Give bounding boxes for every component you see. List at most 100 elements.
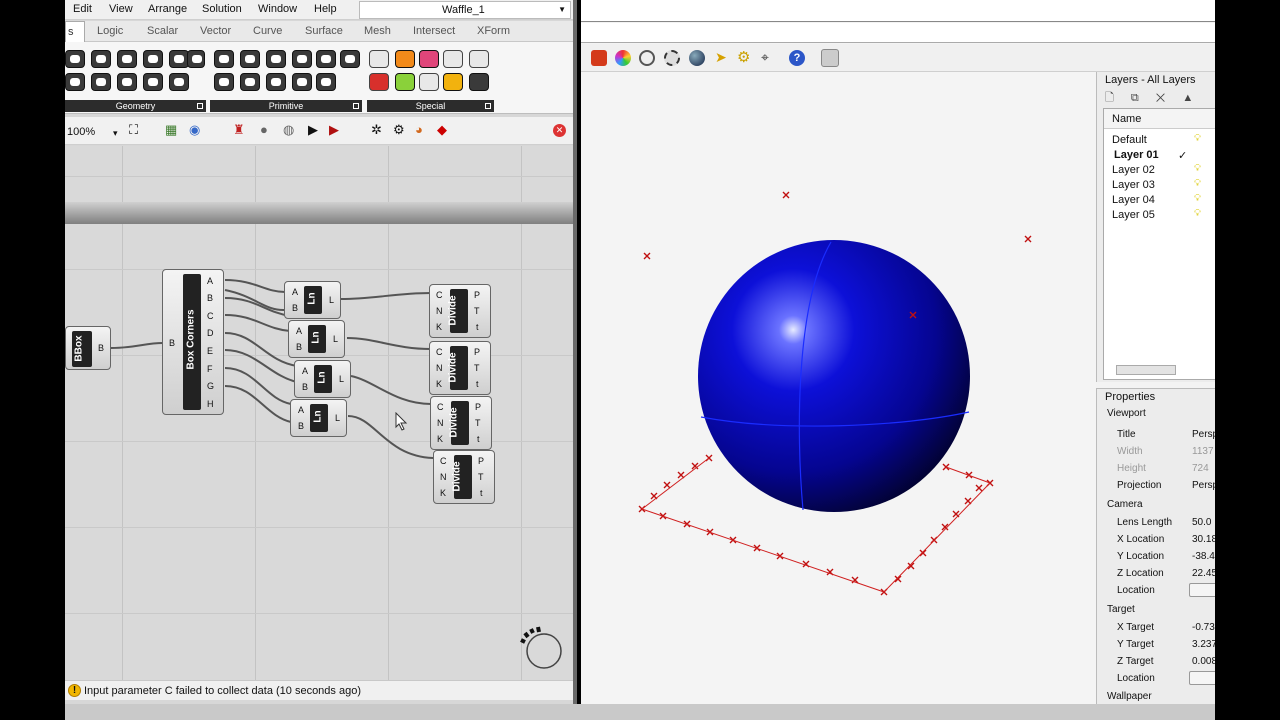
- function-icon[interactable]: [419, 73, 439, 91]
- surface-param-icon[interactable]: [117, 50, 137, 68]
- layer-visible-icon[interactable]: 💡︎: [1194, 193, 1201, 204]
- boolean-param-icon[interactable]: [214, 50, 234, 68]
- number-slider-icon[interactable]: [443, 50, 463, 68]
- tab-logic[interactable]: Logic: [97, 25, 123, 37]
- menu-help[interactable]: Help: [314, 3, 337, 15]
- line-component[interactable]: A B Ln L: [290, 399, 347, 437]
- layer-item-current[interactable]: Layer 01: [1114, 149, 1159, 161]
- divide-component[interactable]: C N K Divide P T t: [429, 284, 491, 338]
- colour-wheel-icon[interactable]: [395, 73, 415, 91]
- map-icon[interactable]: ▦: [165, 123, 177, 137]
- cluster-icon[interactable]: ◆: [437, 123, 447, 137]
- line-component[interactable]: A B Ln L: [284, 281, 341, 319]
- layer-item[interactable]: Default: [1112, 134, 1147, 146]
- cplane-icon[interactable]: ⌖: [761, 49, 769, 66]
- layer-item[interactable]: Layer 03: [1112, 179, 1155, 191]
- plane-param-icon[interactable]: [117, 73, 137, 91]
- point-param-icon[interactable]: [91, 73, 111, 91]
- tab-surface[interactable]: Surface: [305, 25, 343, 37]
- graph-mapper-icon[interactable]: [369, 50, 389, 68]
- divide-component[interactable]: C N K Divide P T t: [433, 450, 495, 504]
- zoom-extents-icon[interactable]: ⛶: [129, 123, 138, 137]
- line-component[interactable]: A B Ln L: [294, 360, 351, 398]
- wire-settings-icon[interactable]: ✲: [371, 123, 382, 137]
- layer-item[interactable]: Layer 02: [1112, 164, 1155, 176]
- tab-vector[interactable]: Vector: [200, 25, 231, 37]
- boolean-toggle-icon[interactable]: [395, 50, 415, 68]
- tab-curve[interactable]: Curve: [253, 25, 282, 37]
- gradient-icon[interactable]: [419, 50, 439, 68]
- curve-param-icon[interactable]: [91, 50, 111, 68]
- gear-icon[interactable]: ⚙: [393, 123, 405, 137]
- help-icon[interactable]: ?: [789, 50, 805, 66]
- layer-visible-icon[interactable]: 💡︎: [1194, 133, 1201, 144]
- tab-params[interactable]: s: [65, 21, 85, 42]
- grasshopper-canvas[interactable]: BBox B B Box Corners A B C D E F G H A B…: [65, 146, 573, 680]
- box-corners-component[interactable]: B Box Corners A B C D E F G H: [162, 269, 224, 415]
- layer-item[interactable]: Layer 04: [1112, 194, 1155, 206]
- line-component[interactable]: A B Ln L: [288, 320, 345, 358]
- guid-param-icon[interactable]: [316, 73, 336, 91]
- domain-param-icon[interactable]: [292, 50, 312, 68]
- x-location-value[interactable]: 30.18: [1192, 534, 1217, 545]
- layer-column-header[interactable]: Name: [1104, 109, 1217, 129]
- cylinder-icon[interactable]: ◍: [283, 123, 294, 137]
- color-wheel-icon[interactable]: [615, 50, 631, 66]
- colour-swatch-icon[interactable]: [369, 73, 389, 91]
- menu-solution[interactable]: Solution: [202, 3, 242, 15]
- circle-param-icon[interactable]: [143, 73, 163, 91]
- record-icon[interactable]: ▶: [329, 123, 339, 137]
- tab-intersect[interactable]: Intersect: [413, 25, 455, 37]
- preview-eye-icon[interactable]: ◉: [189, 123, 200, 137]
- layer-visible-icon[interactable]: 💡︎: [1194, 163, 1201, 174]
- string-param-icon[interactable]: [316, 50, 336, 68]
- layer-visible-icon[interactable]: 💡︎: [1194, 178, 1201, 189]
- brep-param-icon[interactable]: [143, 50, 163, 68]
- shader-param-icon[interactable]: [266, 73, 286, 91]
- menu-window[interactable]: Window: [258, 3, 297, 15]
- perspective-viewport[interactable]: [581, 72, 1096, 720]
- divide-component[interactable]: C N K Divide P T t: [430, 396, 492, 450]
- horizontal-scrollbar[interactable]: [1116, 365, 1176, 375]
- wireframe-sphere-icon[interactable]: [639, 50, 655, 66]
- vector-param-icon[interactable]: [340, 50, 360, 68]
- mesh-param-icon[interactable]: [169, 50, 189, 68]
- tab-scalar[interactable]: Scalar: [147, 25, 178, 37]
- divide-component[interactable]: C N K Divide P T t: [429, 341, 491, 395]
- command-line[interactable]: [581, 23, 1215, 43]
- bake-icon[interactable]: ♜: [233, 123, 245, 137]
- bake-geometry-icon[interactable]: ◕: [415, 123, 423, 137]
- bbox-component[interactable]: BBox B: [65, 326, 111, 370]
- gear-icon[interactable]: ⚙: [737, 48, 750, 66]
- z-location-value[interactable]: 22.45: [1192, 568, 1217, 579]
- shaded-icon[interactable]: [591, 50, 607, 66]
- sphere[interactable]: [698, 240, 970, 512]
- arc-param-icon[interactable]: [169, 73, 189, 91]
- layer-visible-icon[interactable]: 💡︎: [1194, 208, 1201, 219]
- zoom-dropdown-icon[interactable]: ▾: [113, 126, 118, 140]
- number-param-icon[interactable]: [214, 73, 234, 91]
- close-icon[interactable]: ✕: [553, 124, 566, 137]
- tab-mesh[interactable]: Mesh: [364, 25, 391, 37]
- y-target-value[interactable]: 3.237: [1192, 639, 1217, 650]
- line-param-icon[interactable]: [187, 50, 205, 68]
- menu-view[interactable]: View: [109, 3, 133, 15]
- z-target-value[interactable]: 0.008: [1192, 656, 1217, 667]
- x-target-value[interactable]: -0.73: [1192, 622, 1215, 633]
- bar-graph-icon[interactable]: [443, 73, 463, 91]
- time-param-icon[interactable]: [292, 73, 312, 91]
- rendered-icon[interactable]: [689, 50, 705, 66]
- path-param-icon[interactable]: [240, 73, 260, 91]
- play-icon[interactable]: ▶: [308, 123, 318, 137]
- geometry-param-icon[interactable]: [65, 50, 85, 68]
- sphere-preview-icon[interactable]: ●: [260, 123, 268, 137]
- menu-arrange[interactable]: Arrange: [148, 3, 187, 15]
- document-selector[interactable]: Waffle_1 ▼: [359, 1, 571, 19]
- colour-param-icon[interactable]: [240, 50, 260, 68]
- light-icon[interactable]: ➤: [715, 49, 727, 66]
- tab-xform[interactable]: XForm: [477, 25, 510, 37]
- zoom-level[interactable]: 100%: [67, 125, 95, 139]
- scribble-icon[interactable]: [469, 73, 489, 91]
- lens-length-value[interactable]: 50.0: [1192, 517, 1211, 528]
- layer-item[interactable]: Layer 05: [1112, 209, 1155, 221]
